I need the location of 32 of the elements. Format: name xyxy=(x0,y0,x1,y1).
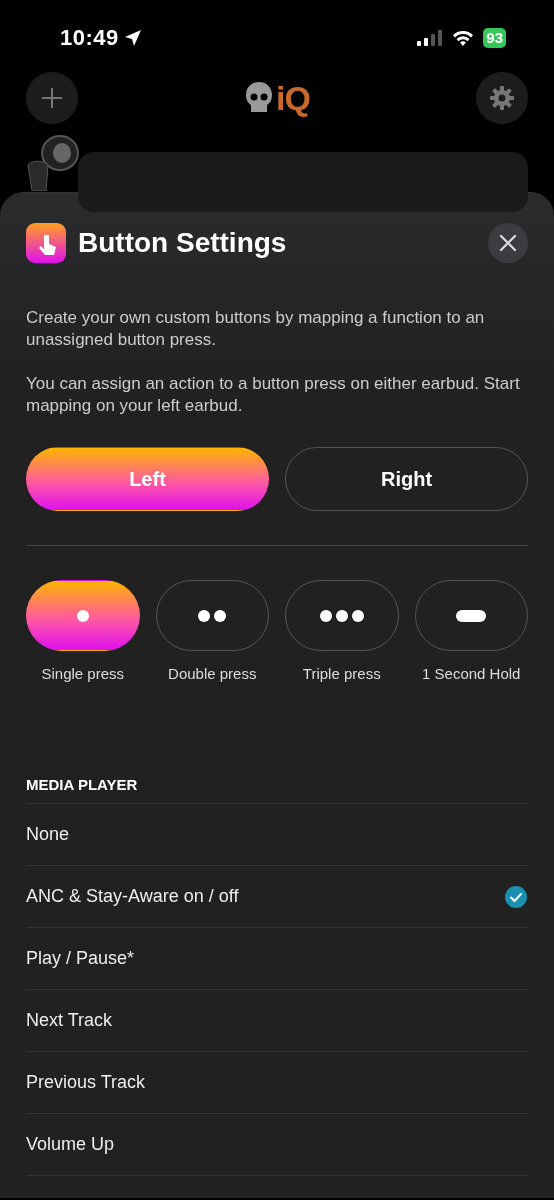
action-option[interactable]: None xyxy=(26,824,528,845)
settings-button[interactable] xyxy=(476,72,528,124)
action-option[interactable]: Next Track xyxy=(26,1010,528,1031)
battery-level: 93 xyxy=(483,27,506,48)
action-option[interactable]: ANC & Stay-Aware on / off xyxy=(26,886,504,907)
action-option[interactable]: Volume Up xyxy=(26,1134,528,1155)
single-dot-icon xyxy=(76,609,89,622)
clock-time: 10:49 xyxy=(60,24,119,51)
action-option[interactable]: Play / Pause* xyxy=(26,948,528,969)
press-label: Triple press xyxy=(302,665,381,682)
press-label: Double press xyxy=(168,665,257,682)
settings-icon xyxy=(489,85,515,111)
wifi-icon xyxy=(451,28,476,47)
logo-text: iQ xyxy=(276,78,310,118)
three-dots-icon xyxy=(319,609,364,622)
signal-icon xyxy=(417,29,444,46)
two-dots-icon xyxy=(198,609,227,622)
skull-logo-icon xyxy=(244,81,275,115)
add-button[interactable] xyxy=(26,72,78,124)
section-heading: MEDIA PLAYER xyxy=(26,776,139,793)
location-arrow-icon xyxy=(123,28,142,47)
description-text: Create your own custom buttons by mapping a function to an unassigned button press. xyxy=(26,307,486,351)
plus-icon xyxy=(40,86,64,110)
sheet-title: Button Settings xyxy=(78,227,288,259)
press-label: 1 Second Hold xyxy=(422,665,521,682)
close-icon xyxy=(499,234,517,252)
tap-hand-icon xyxy=(26,223,66,263)
description-text: You can assign an action to a button press on either earbud. Start mapping on your left earbud. xyxy=(26,373,521,417)
pill-icon xyxy=(456,609,487,622)
press-label: Single press xyxy=(41,665,124,682)
action-option[interactable]: Previous Track xyxy=(26,1072,528,1093)
close-button[interactable] xyxy=(488,223,528,263)
